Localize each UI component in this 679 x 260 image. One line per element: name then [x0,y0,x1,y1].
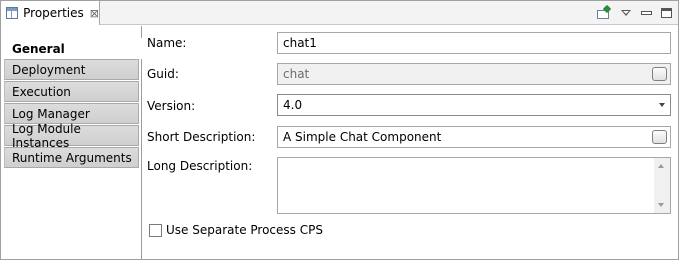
separate-process-checkbox[interactable] [149,223,162,237]
sidebar-item-general[interactable]: General [4,38,142,59]
guid-field: chat [277,63,671,85]
close-icon[interactable]: ⊠ [90,8,99,19]
sidebar-item-log-module-instances[interactable]: Log Module Instances [4,122,139,150]
sidebar-item-execution[interactable]: Execution [4,81,139,102]
long-description-scrollbar[interactable] [654,158,670,213]
sidebar-item-deployment[interactable]: Deployment [4,59,139,80]
sidebar-item-runtime-arguments[interactable]: Runtime Arguments [4,147,139,168]
view-menu-icon[interactable] [621,9,631,17]
version-value: 4.0 [283,98,303,112]
scroll-up-icon[interactable] [658,164,664,168]
separate-process-option: Use Separate Process CPS [149,223,323,237]
guid-label: Guid: [147,67,179,81]
version-label: Version: [147,99,196,113]
tab-title: Properties [23,6,84,20]
short-description-field[interactable]: A Simple Chat Component [277,126,671,148]
view-toolbar [596,1,672,25]
scroll-down-icon[interactable] [658,203,664,207]
short-description-label: Short Description: [147,130,256,144]
properties-view: Properties ⊠ General Deployment Executio… [0,0,679,260]
view-tab-bar: Properties ⊠ [1,1,678,25]
minimize-icon[interactable] [641,9,652,17]
long-description-label: Long Description: [147,159,253,173]
chevron-down-icon[interactable] [653,95,670,115]
long-description-textarea[interactable] [277,157,671,214]
properties-tab[interactable]: Properties ⊠ [1,1,100,25]
maximize-icon[interactable] [661,8,672,18]
guid-browse-button[interactable] [652,67,667,81]
guid-value: chat [283,67,310,81]
name-value: chat1 [283,36,317,50]
separate-process-label: Use Separate Process CPS [166,223,323,237]
properties-sidebar: General Deployment Execution Log Manager… [1,26,142,259]
short-description-value: A Simple Chat Component [283,130,442,144]
pin-icon[interactable] [596,4,612,20]
short-description-edit-button[interactable] [652,130,667,144]
name-label: Name: [147,36,187,50]
version-select[interactable]: 4.0 [277,94,671,116]
name-field[interactable]: chat1 [277,32,671,54]
properties-table-icon [6,7,19,19]
